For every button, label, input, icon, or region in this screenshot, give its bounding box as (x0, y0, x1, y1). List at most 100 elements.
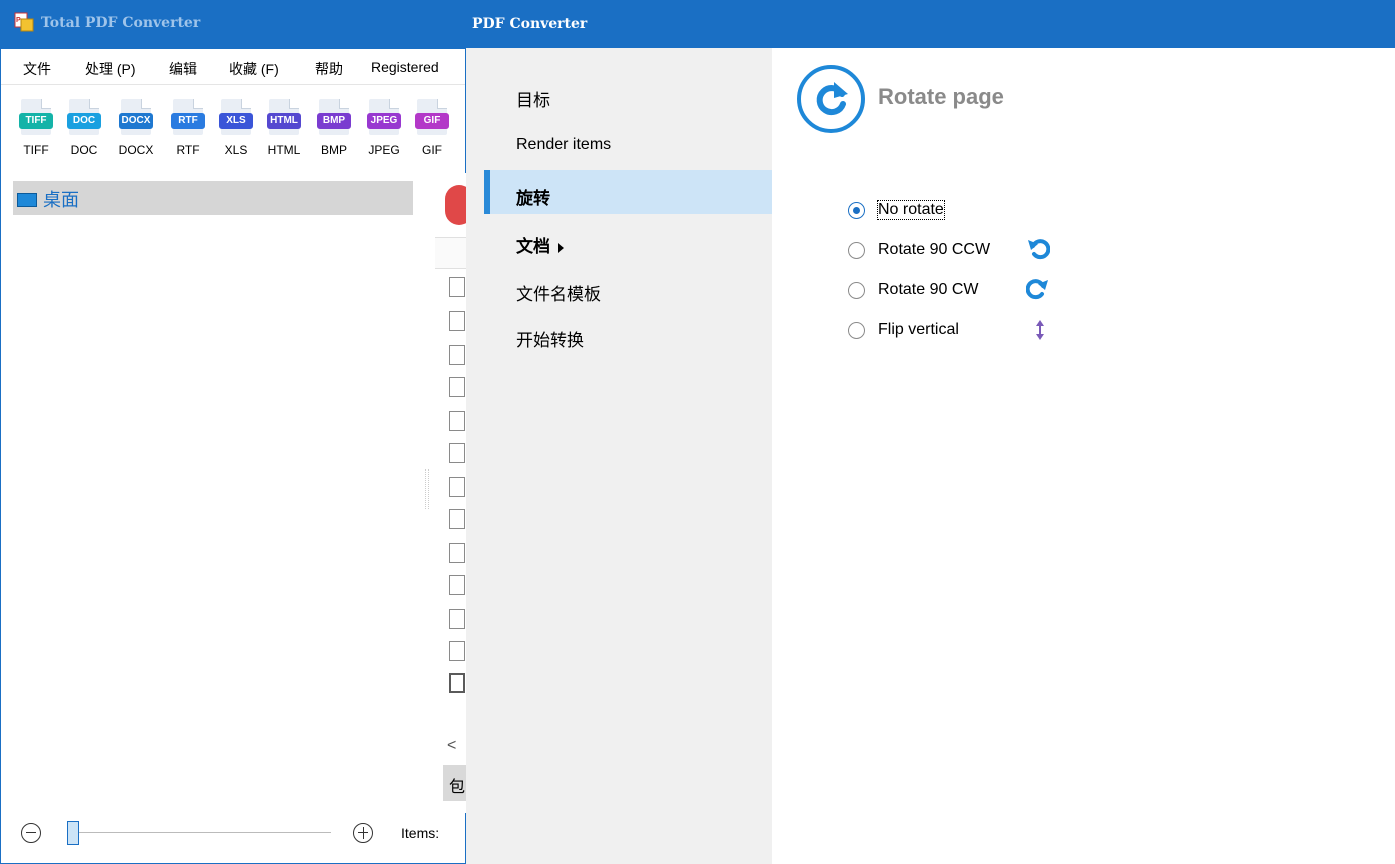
splitter-grip (425, 469, 429, 509)
file-icon: XLS (219, 99, 253, 135)
format-button-rtf[interactable]: RTF RTF (165, 99, 211, 165)
format-button-tiff[interactable]: TIFF TIFF (13, 99, 59, 165)
radio-button[interactable] (848, 282, 865, 299)
pane-splitter[interactable] (419, 173, 435, 813)
dialog-titlebar[interactable]: PDF Converter (466, 0, 1395, 48)
row-checkbox[interactable] (449, 277, 465, 297)
row-checkbox[interactable] (449, 509, 465, 529)
rotate-ccw-icon (1028, 239, 1050, 260)
radio-label: Flip vertical (878, 321, 959, 338)
file-list: < 包 (435, 173, 467, 813)
radio-button[interactable] (848, 242, 865, 259)
file-icon: DOC (67, 99, 101, 135)
file-icon: DOCX (119, 99, 153, 135)
main-window: P Total PDF Converter 文件 处理 (P) 编辑 收藏 (F… (0, 0, 467, 864)
rotate-settings-panel: Rotate page No rotate Rotate 90 CCW Rota… (772, 48, 1395, 864)
format-label: XLS (224, 143, 248, 157)
zoom-slider-thumb[interactable] (67, 821, 79, 845)
menu-file[interactable]: 文件 (23, 59, 51, 79)
row-checkbox[interactable] (449, 443, 465, 463)
tree-item-desktop[interactable]: 桌面 (13, 181, 413, 215)
zoom-out-icon[interactable] (21, 823, 41, 843)
nav-item-label: 目标 (516, 91, 550, 110)
format-label: GIF (422, 143, 442, 157)
format-badge: DOC (67, 113, 101, 129)
menu-process[interactable]: 处理 (P) (85, 59, 136, 79)
row-checkbox[interactable] (449, 673, 465, 693)
format-button-html[interactable]: HTML HTML (261, 99, 307, 165)
row-checkbox[interactable] (449, 641, 465, 661)
row-checkbox[interactable] (449, 477, 465, 497)
main-window-title: Total PDF Converter (41, 15, 201, 31)
file-icon: JPEG (367, 99, 401, 135)
format-button-docx[interactable]: DOCX DOCX (113, 99, 159, 165)
panel-title: Rotate page (878, 84, 1004, 109)
file-icon: RTF (171, 99, 205, 135)
nav-item-rotate[interactable]: 旋转 (484, 170, 778, 214)
radio-button[interactable] (848, 322, 865, 339)
menu-favorites[interactable]: 收藏 (F) (229, 59, 279, 79)
row-checkbox[interactable] (449, 311, 465, 331)
format-label: JPEG (368, 143, 400, 157)
nav-item-render-items[interactable]: Render items (486, 122, 778, 166)
zoom-slider-track[interactable] (73, 832, 331, 833)
format-button-gif[interactable]: GIF GIF (409, 99, 455, 165)
svg-text:P: P (16, 17, 21, 24)
file-icon: BMP (317, 99, 351, 135)
file-icon: GIF (415, 99, 449, 135)
radio-label: Rotate 90 CCW (878, 241, 991, 258)
format-badge: XLS (219, 113, 253, 129)
zoom-in-icon[interactable] (353, 823, 373, 843)
format-button-jpeg[interactable]: JPEG JPEG (361, 99, 407, 165)
radio-label: No rotate (877, 200, 945, 220)
format-badge: GIF (415, 113, 449, 129)
nav-item-document[interactable]: 文档 (486, 218, 778, 262)
nav-item-label: 旋转 (516, 189, 550, 208)
format-badge: DOCX (119, 113, 153, 129)
format-badge: RTF (171, 113, 205, 129)
nav-item-start-conversion[interactable]: 开始转换 (486, 312, 778, 356)
tree-item-label: 桌面 (43, 190, 79, 210)
row-checkbox[interactable] (449, 345, 465, 365)
format-badge: BMP (317, 113, 351, 129)
rotate-page-icon (797, 65, 865, 133)
menu-registered[interactable]: Registered (371, 59, 439, 75)
menubar: 文件 处理 (P) 编辑 收藏 (F) 帮助 Registered (1, 49, 465, 85)
menu-help[interactable]: 帮助 (315, 59, 343, 79)
format-button-bmp[interactable]: BMP BMP (311, 99, 357, 165)
rotate-cw-icon (1026, 279, 1048, 300)
radio-label: Rotate 90 CW (878, 281, 979, 298)
nav-item-filename-template[interactable]: 文件名模板 (486, 266, 778, 310)
format-toolbar: TIFF TIFF DOC DOC DOCX DOCX RTF RTF XLS … (1, 87, 465, 171)
app-logo-icon: P (14, 12, 34, 32)
format-badge: TIFF (19, 113, 53, 129)
format-label: BMP (320, 143, 347, 157)
radio-button[interactable] (848, 202, 865, 219)
menu-edit[interactable]: 编辑 (169, 59, 197, 79)
scroll-left-arrow[interactable]: < (447, 737, 456, 755)
format-badge: JPEG (367, 113, 401, 129)
folder-tree: 桌面 (1, 173, 417, 813)
row-checkbox[interactable] (449, 575, 465, 595)
pdf-logo-icon (445, 185, 467, 225)
flip-vertical-icon (1036, 320, 1044, 340)
format-label: RTF (176, 143, 200, 157)
row-checkbox[interactable] (449, 377, 465, 397)
pdf-converter-dialog: PDF Converter 目标 Render items 旋转 文档 文件名模… (466, 0, 1395, 864)
row-checkbox[interactable] (449, 609, 465, 629)
file-icon: TIFF (19, 99, 53, 135)
format-label: TIFF (23, 143, 49, 157)
format-label: DOCX (118, 143, 154, 157)
format-button-doc[interactable]: DOC DOC (61, 99, 107, 165)
format-badge: HTML (267, 113, 301, 129)
file-icon: HTML (267, 99, 301, 135)
format-label: DOC (70, 143, 98, 157)
items-count-label: Items: (401, 825, 440, 841)
row-checkbox[interactable] (449, 411, 465, 431)
format-button-xls[interactable]: XLS XLS (213, 99, 259, 165)
bottom-tab[interactable]: 包 (443, 765, 467, 801)
desktop-icon (17, 193, 37, 207)
row-checkbox[interactable] (449, 543, 465, 563)
main-titlebar[interactable]: P Total PDF Converter (1, 1, 467, 49)
nav-item-target[interactable]: 目标 (486, 72, 778, 116)
